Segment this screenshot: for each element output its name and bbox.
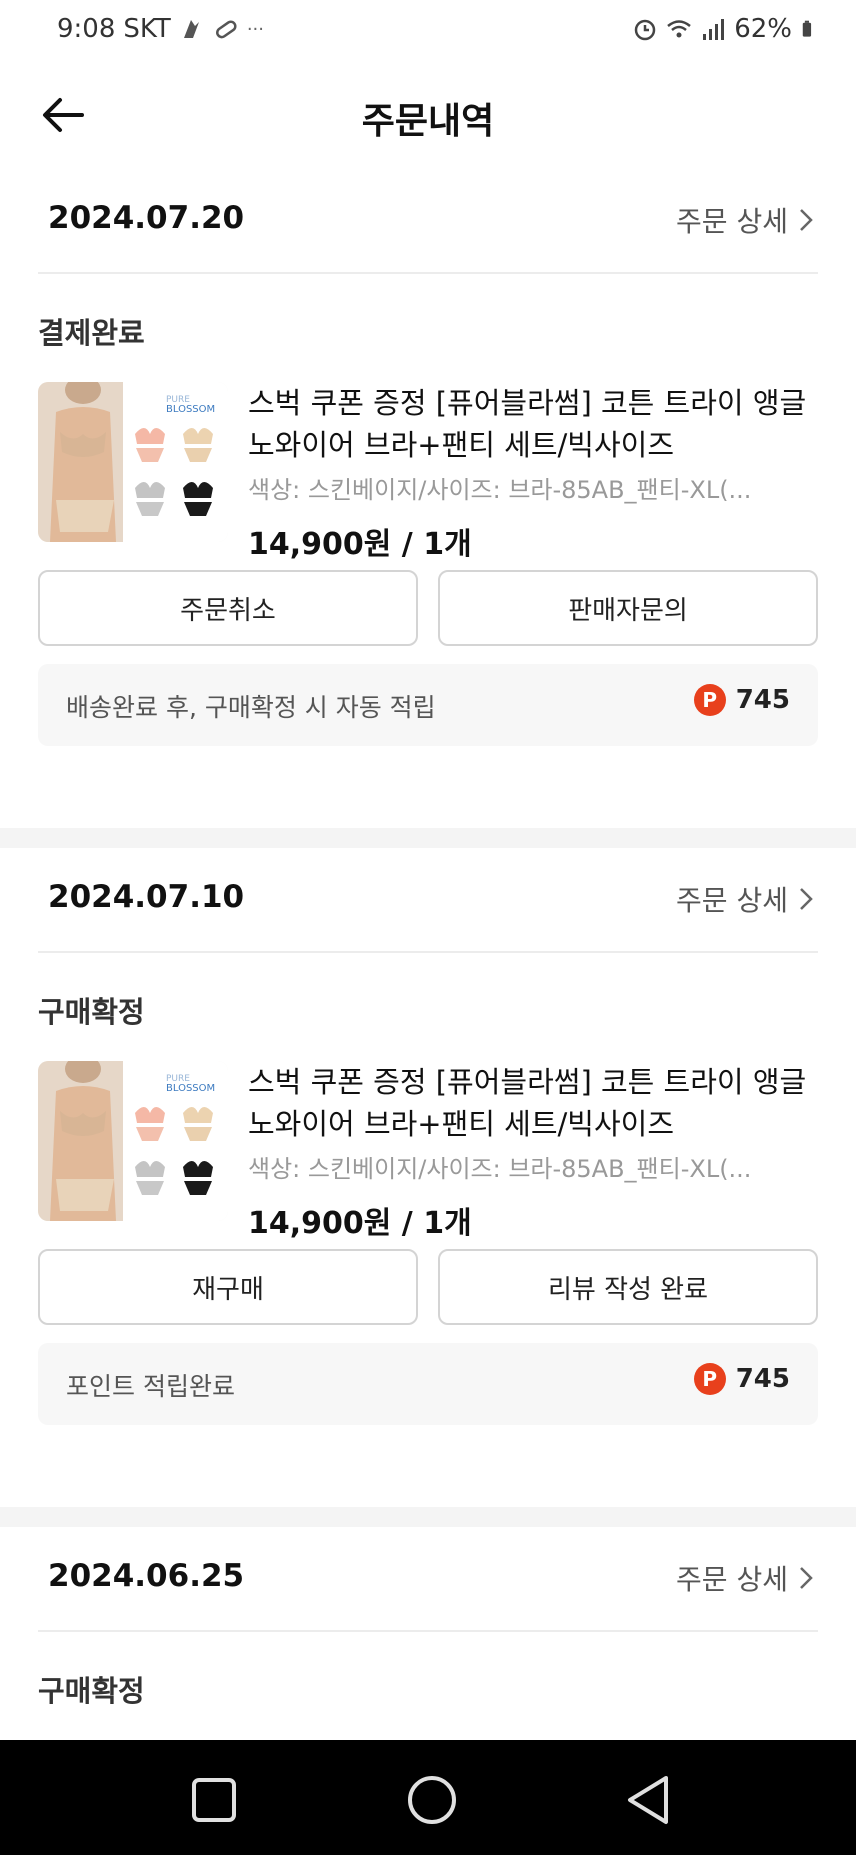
order-date: 2024.07.10 — [48, 879, 245, 915]
reorder-button[interactable]: 재구매 — [38, 1249, 418, 1325]
order-detail-label: 주문 상세 — [676, 884, 788, 917]
product-option: 색상: 스킨베이지/사이즈: 브라-85AB_팬티-XL(... — [248, 476, 752, 504]
app-header: 주문내역 — [0, 70, 856, 160]
point-badge-icon: P — [693, 1363, 726, 1395]
point-info-text: 배송완료 후, 구매확정 시 자동 적립 — [66, 693, 436, 722]
product-thumbnail[interactable]: PURE BLOSSOM — [38, 382, 228, 542]
chevron-right-icon — [800, 888, 813, 910]
battery-icon — [802, 20, 812, 37]
status-bar: 9:08 SKT ··· 62% — [0, 0, 856, 64]
product-info: 스벅 쿠폰 증정 [퓨어블라썸] 코튼 트라이 앵글 노와이어 브라+팬티 세트… — [248, 1061, 818, 1242]
product-item[interactable]: PURE BLOSSOM 스벅 쿠폰 증정 [퓨어블라썸] 코튼 트라이 앵글 … — [38, 1061, 818, 1241]
product-price: 14,900원 / 1개 — [248, 1206, 472, 1241]
order-header: 2024.07.10 주문 상세 — [38, 849, 818, 953]
point-info-box: 배송완료 후, 구매확정 시 자동 적립 P 745 — [38, 664, 818, 746]
chevron-right-icon — [800, 1567, 813, 1589]
order-status: 결제완료 — [38, 316, 145, 350]
home-icon[interactable] — [404, 1772, 460, 1828]
battery-percent: 62% — [734, 14, 792, 44]
point-amount: P 745 — [693, 1363, 790, 1395]
thumb-brand-bottom: BLOSSOM — [166, 1083, 215, 1094]
system-nav-bar — [0, 1740, 856, 1855]
order-card: 2024.06.25 주문 상세 구매확정 — [0, 1528, 856, 1740]
order-detail-link[interactable]: 주문 상세 — [676, 879, 814, 919]
notification-icon — [183, 20, 199, 38]
chevron-right-icon — [800, 209, 813, 231]
order-card: 2024.07.20 주문 상세 결제완료 PURE BLOSSOM 스벅 쿠폰… — [0, 170, 856, 820]
signal-icon — [703, 19, 725, 40]
status-more-dots: ··· — [246, 18, 264, 40]
thumb-brand-bottom: BLOSSOM — [166, 404, 215, 415]
back-nav-icon[interactable] — [622, 1772, 678, 1828]
order-header: 2024.06.25 주문 상세 — [38, 1528, 818, 1632]
section-divider — [0, 828, 856, 848]
order-card: 2024.07.10 주문 상세 구매확정 PURE BLOSSOM 스벅 쿠폰… — [0, 849, 856, 1499]
product-name[interactable]: 스벅 쿠폰 증정 [퓨어블라썸] 코튼 트라이 앵글 노와이어 브라+팬티 세트… — [248, 1061, 818, 1145]
recent-apps-icon[interactable] — [186, 1772, 242, 1828]
status-right: 62% — [632, 14, 818, 44]
point-value: 745 — [735, 1364, 790, 1394]
order-actions: 주문취소 판매자문의 — [38, 570, 818, 646]
status-left: 9:08 SKT ··· — [57, 14, 264, 44]
page-title: 주문내역 — [361, 101, 495, 142]
status-time: 9:08 — [57, 14, 116, 44]
order-detail-link[interactable]: 주문 상세 — [676, 1558, 814, 1598]
point-amount: P 745 — [693, 684, 790, 716]
alarm-icon — [634, 19, 656, 41]
product-option: 색상: 스킨베이지/사이즈: 브라-85AB_팬티-XL(... — [248, 1155, 752, 1183]
status-carrier: SKT — [123, 14, 171, 44]
order-status: 구매확정 — [38, 1674, 145, 1708]
product-name[interactable]: 스벅 쿠폰 증정 [퓨어블라썸] 코튼 트라이 앵글 노와이어 브라+팬티 세트… — [248, 382, 818, 466]
point-info-box: 포인트 적립완료 P 745 — [38, 1343, 818, 1425]
product-image: PURE BLOSSOM — [38, 382, 228, 542]
point-value: 745 — [735, 685, 790, 715]
product-price: 14,900원 / 1개 — [248, 527, 472, 562]
section-divider — [0, 1507, 856, 1527]
wifi-icon — [667, 20, 691, 38]
product-item[interactable]: PURE BLOSSOM 스벅 쿠폰 증정 [퓨어블라썸] 코튼 트라이 앵글 … — [38, 382, 818, 562]
review-complete-button[interactable]: 리뷰 작성 완료 — [438, 1249, 818, 1325]
order-status: 구매확정 — [38, 995, 145, 1029]
pill-icon — [215, 20, 237, 39]
order-date: 2024.07.20 — [48, 200, 245, 236]
order-actions: 재구매 리뷰 작성 완료 — [38, 1249, 818, 1325]
product-thumbnail[interactable]: PURE BLOSSOM — [38, 1061, 228, 1221]
order-header: 2024.07.20 주문 상세 — [38, 170, 818, 274]
order-detail-label: 주문 상세 — [676, 205, 788, 238]
order-detail-label: 주문 상세 — [676, 1563, 788, 1596]
point-info-text: 포인트 적립완료 — [66, 1372, 235, 1401]
point-badge-icon: P — [693, 684, 726, 716]
seller-inquiry-button[interactable]: 판매자문의 — [438, 570, 818, 646]
cancel-order-button[interactable]: 주문취소 — [38, 570, 418, 646]
order-date: 2024.06.25 — [48, 1558, 245, 1594]
order-detail-link[interactable]: 주문 상세 — [676, 200, 814, 240]
product-image: PURE BLOSSOM — [38, 1061, 228, 1221]
product-info: 스벅 쿠폰 증정 [퓨어블라썸] 코튼 트라이 앵글 노와이어 브라+팬티 세트… — [248, 382, 818, 563]
